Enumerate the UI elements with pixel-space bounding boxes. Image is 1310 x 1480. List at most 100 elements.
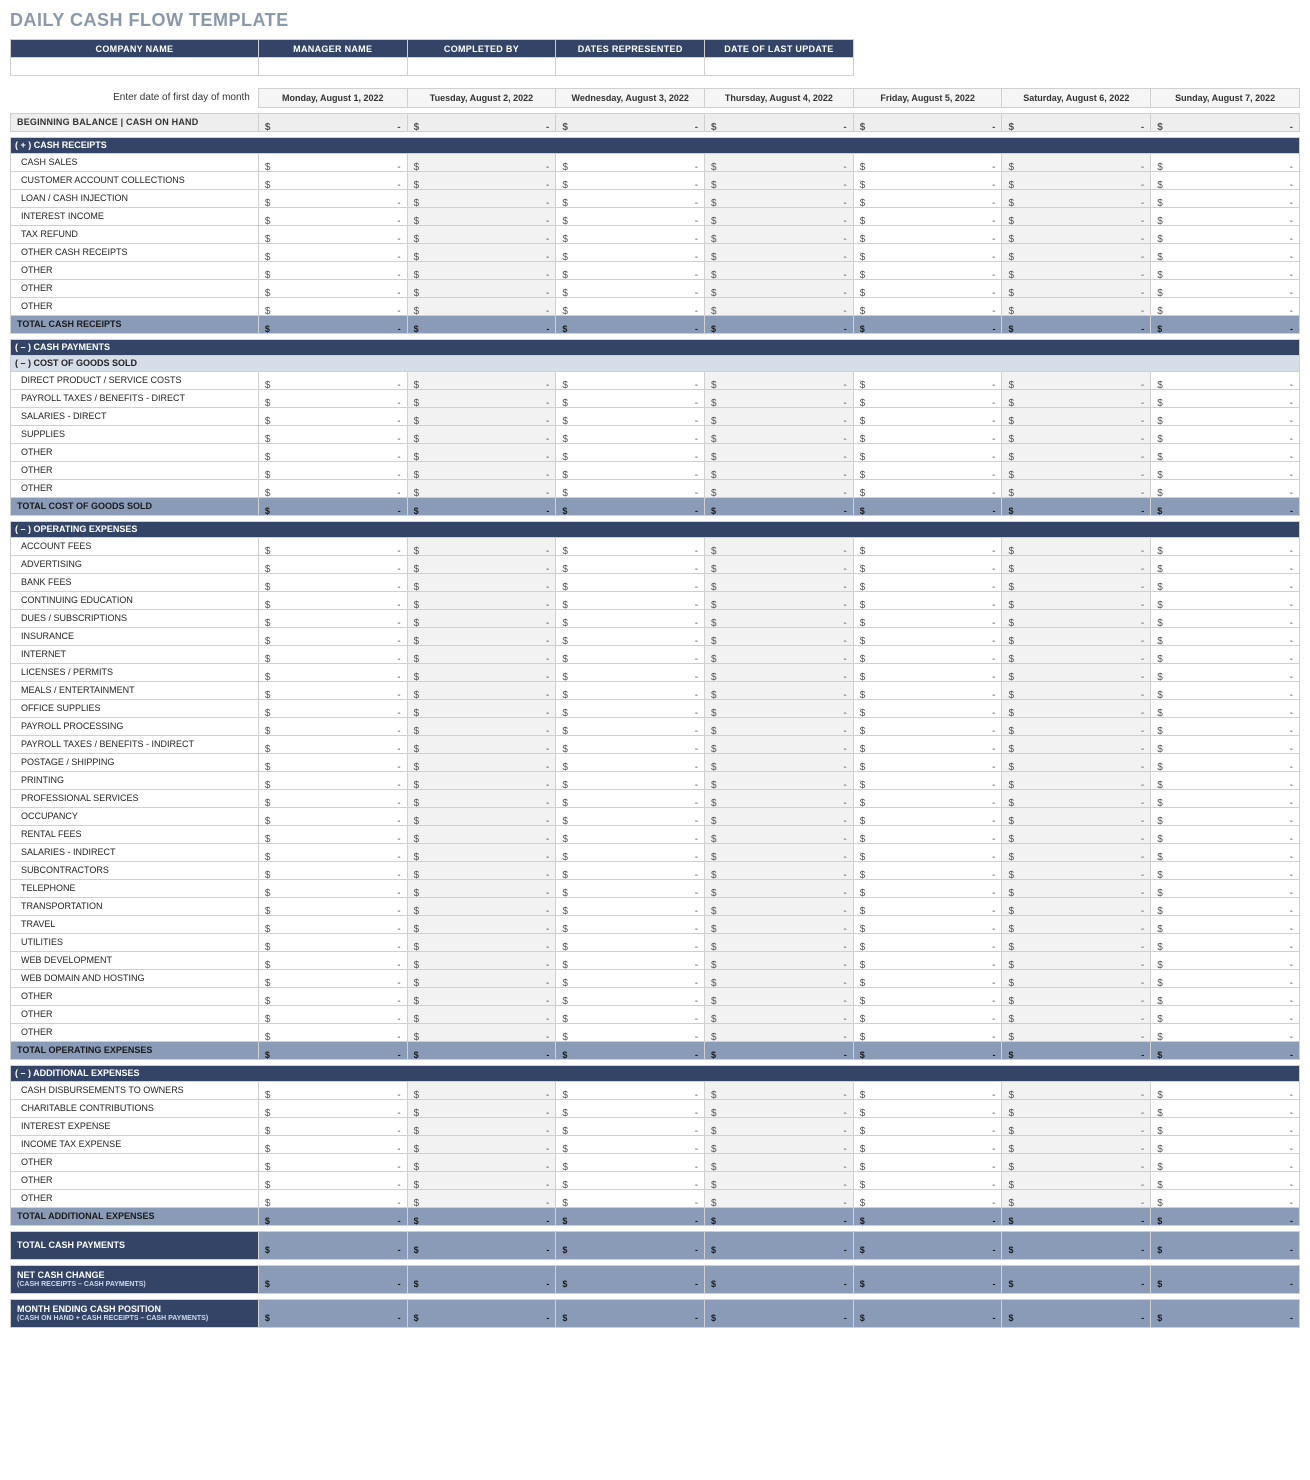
money-cell[interactable]: $-	[258, 261, 407, 279]
money-cell[interactable]: $-	[705, 753, 854, 771]
money-cell[interactable]: $-	[853, 843, 1002, 861]
money-cell[interactable]: $-	[556, 261, 705, 279]
money-cell[interactable]: $-	[407, 915, 556, 933]
money-cell[interactable]: $-	[258, 1189, 407, 1207]
money-cell[interactable]: $-	[853, 861, 1002, 879]
money-cell[interactable]: $-	[407, 189, 556, 207]
money-cell[interactable]: $-	[705, 1117, 854, 1135]
money-cell[interactable]: $-	[556, 645, 705, 663]
money-cell[interactable]: $-	[1002, 987, 1151, 1005]
money-cell[interactable]: $-	[556, 897, 705, 915]
money-cell[interactable]: $-	[853, 153, 1002, 171]
money-cell[interactable]: $-	[1002, 371, 1151, 389]
money-cell[interactable]: $-	[1002, 969, 1151, 987]
money-cell[interactable]: $-	[705, 681, 854, 699]
money-cell[interactable]: $-	[407, 1099, 556, 1117]
money-cell[interactable]: $-	[853, 699, 1002, 717]
money-cell[interactable]: $-	[853, 735, 1002, 753]
money-cell[interactable]: $-	[1002, 1189, 1151, 1207]
money-cell[interactable]: $-	[705, 879, 854, 897]
money-cell[interactable]: $-	[556, 987, 705, 1005]
money-cell[interactable]: $-	[705, 1023, 854, 1041]
money-cell[interactable]: $-	[258, 171, 407, 189]
money-cell[interactable]: $-	[1151, 479, 1300, 497]
money-cell[interactable]: $-	[407, 389, 556, 407]
money-cell[interactable]: $-	[1151, 171, 1300, 189]
money-cell[interactable]: $-	[1002, 1099, 1151, 1117]
money-cell[interactable]: $-	[1002, 389, 1151, 407]
money-cell[interactable]: $-	[407, 461, 556, 479]
money-cell[interactable]: $-	[407, 207, 556, 225]
money-cell[interactable]: $-	[1151, 461, 1300, 479]
money-cell[interactable]: $-	[556, 591, 705, 609]
money-cell[interactable]: $-	[1151, 261, 1300, 279]
money-cell[interactable]: $-	[407, 627, 556, 645]
money-cell[interactable]: $-	[1151, 933, 1300, 951]
money-cell[interactable]: $-	[407, 1023, 556, 1041]
money-cell[interactable]: $-	[1151, 189, 1300, 207]
money-cell[interactable]: $-	[1002, 243, 1151, 261]
money-cell[interactable]: $-	[705, 443, 854, 461]
money-cell[interactable]: $-	[1002, 753, 1151, 771]
money-cell[interactable]: $-	[556, 573, 705, 591]
info-input-2[interactable]	[407, 58, 556, 76]
money-cell[interactable]: $-	[705, 825, 854, 843]
money-cell[interactable]: $-	[258, 987, 407, 1005]
money-cell[interactable]: $-	[1151, 663, 1300, 681]
money-cell[interactable]: $-	[258, 681, 407, 699]
money-cell[interactable]: $-	[556, 479, 705, 497]
money-cell[interactable]: $-	[258, 207, 407, 225]
money-cell[interactable]: $-	[705, 573, 854, 591]
money-cell[interactable]: $-	[1002, 1023, 1151, 1041]
money-cell[interactable]: $-	[556, 861, 705, 879]
money-cell[interactable]: $-	[556, 681, 705, 699]
money-cell[interactable]: $-	[258, 479, 407, 497]
money-cell[interactable]: $-	[407, 1005, 556, 1023]
money-cell[interactable]: $-	[853, 897, 1002, 915]
money-cell[interactable]: $-	[407, 897, 556, 915]
money-cell[interactable]: $-	[407, 681, 556, 699]
money-cell[interactable]: $-	[407, 555, 556, 573]
money-cell[interactable]: $-	[1002, 171, 1151, 189]
money-cell[interactable]: $-	[407, 297, 556, 315]
money-cell[interactable]: $-	[1002, 843, 1151, 861]
money-cell[interactable]: $-	[1002, 153, 1151, 171]
money-cell[interactable]: $-	[556, 771, 705, 789]
money-cell[interactable]: $-	[1002, 555, 1151, 573]
money-cell[interactable]: $-	[407, 933, 556, 951]
money-cell[interactable]: $-	[1151, 555, 1300, 573]
money-cell[interactable]: $-	[258, 789, 407, 807]
money-cell[interactable]: $-	[1002, 189, 1151, 207]
money-cell[interactable]: $-	[407, 371, 556, 389]
money-cell[interactable]: $-	[1151, 1135, 1300, 1153]
money-cell[interactable]: $-	[1002, 1171, 1151, 1189]
money-cell[interactable]: $-	[258, 753, 407, 771]
money-cell[interactable]: $-	[1151, 1005, 1300, 1023]
money-cell[interactable]: $-	[853, 297, 1002, 315]
money-cell[interactable]: $-	[853, 171, 1002, 189]
money-cell[interactable]: $-	[705, 645, 854, 663]
money-cell[interactable]: $-	[556, 1171, 705, 1189]
money-cell[interactable]: $-	[1002, 807, 1151, 825]
money-cell[interactable]: $-	[258, 699, 407, 717]
money-cell[interactable]: $-	[1002, 279, 1151, 297]
money-cell[interactable]: $-	[705, 735, 854, 753]
money-cell[interactable]: $-	[407, 699, 556, 717]
money-cell[interactable]: $-	[1151, 843, 1300, 861]
money-cell[interactable]: $-	[407, 479, 556, 497]
money-cell[interactable]: $-	[705, 113, 854, 131]
money-cell[interactable]: $-	[556, 207, 705, 225]
money-cell[interactable]: $-	[853, 555, 1002, 573]
money-cell[interactable]: $-	[853, 807, 1002, 825]
money-cell[interactable]: $-	[853, 243, 1002, 261]
money-cell[interactable]: $-	[1002, 627, 1151, 645]
money-cell[interactable]: $-	[258, 407, 407, 425]
money-cell[interactable]: $-	[853, 681, 1002, 699]
money-cell[interactable]: $-	[258, 1099, 407, 1117]
money-cell[interactable]: $-	[1002, 1135, 1151, 1153]
money-cell[interactable]: $-	[556, 753, 705, 771]
money-cell[interactable]: $-	[853, 753, 1002, 771]
money-cell[interactable]: $-	[258, 1081, 407, 1099]
money-cell[interactable]: $-	[705, 171, 854, 189]
money-cell[interactable]: $-	[1151, 1099, 1300, 1117]
